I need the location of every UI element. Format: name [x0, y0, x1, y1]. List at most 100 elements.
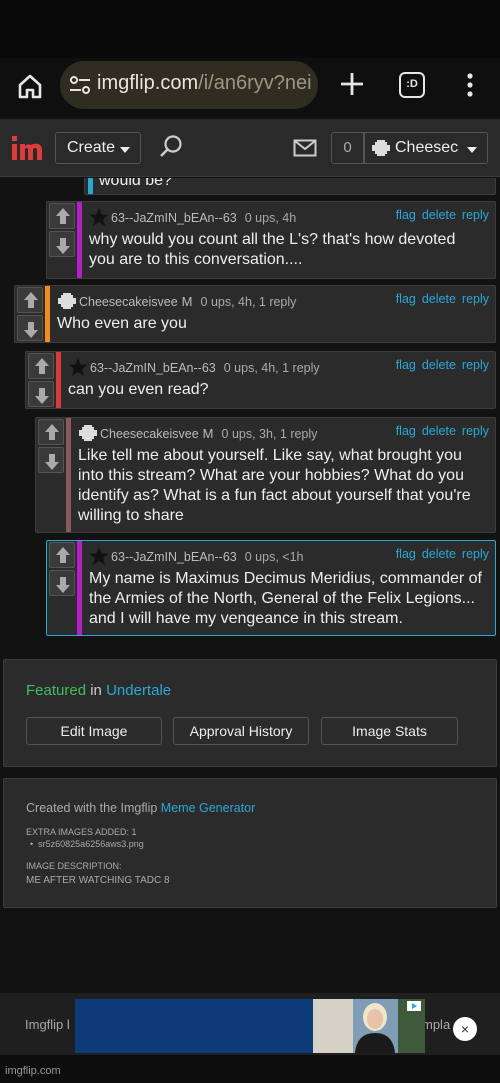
arrow-down-icon: [45, 462, 59, 470]
comment-header: Cheesecakeisvee M 0 ups, 4h, 1 reply flag d…: [57, 292, 489, 312]
comment-body: Like tell me about yourself. Like say, w…: [78, 447, 471, 524]
arrow-up-icon: [56, 547, 70, 555]
upvote-button[interactable]: [28, 353, 54, 379]
star-avatar-icon[interactable]: [68, 358, 88, 376]
image-description-label: IMAGE DESCRIPTION:: [26, 861, 122, 871]
vote-buttons: [47, 541, 77, 635]
arrow-down-icon-stem: [49, 454, 55, 462]
reply-link[interactable]: reply: [462, 424, 489, 438]
notification-count[interactable]: 0: [331, 132, 364, 164]
arrow-up-icon: [56, 208, 70, 216]
mail-icon[interactable]: [293, 139, 317, 157]
comment: 63--JaZmIN_bEAn--63 0 ups, 4h flag delete r…: [46, 201, 496, 279]
comment-meta: 0 ups, 4h, 1 reply: [223, 361, 320, 375]
url-text[interactable]: imgflip.com/i/an6ryv?nei: [97, 72, 312, 95]
reply-link[interactable]: reply: [462, 208, 489, 222]
upvote-button[interactable]: [49, 542, 75, 568]
comment-meta: 0 ups, <1h: [244, 550, 304, 564]
image-stats-button[interactable]: Image Stats: [321, 717, 458, 745]
delete-link[interactable]: delete: [422, 424, 456, 438]
comment-header: 63--JaZmIN_bEAn--63 0 ups, 4h flag delete r…: [89, 208, 489, 228]
site-header: Create 0 Cheesecakeisvee: [0, 119, 500, 177]
vote-buttons: [47, 202, 77, 278]
arrow-down-icon-stem: [60, 238, 66, 246]
edit-image-button[interactable]: Edit Image: [26, 717, 162, 745]
upvote-button[interactable]: [38, 419, 64, 445]
vote-buttons: [26, 352, 56, 408]
featured-label: Featured: [26, 682, 87, 699]
flag-link[interactable]: flag: [396, 358, 416, 372]
ad-banner[interactable]: [75, 999, 425, 1053]
comment: Cheesecakeisvee M 0 ups, 4h, 1 reply flag d…: [14, 285, 496, 343]
upvote-button[interactable]: [17, 287, 43, 313]
downvote-button[interactable]: [49, 231, 75, 257]
star-avatar-icon[interactable]: [89, 547, 109, 565]
footer-ad-bar: Imgflip l mpla ×: [0, 993, 500, 1055]
close-ad-icon[interactable]: ×: [453, 1017, 477, 1041]
footer-label-left: Imgflip l: [25, 1017, 70, 1032]
comment-stripe: [66, 418, 71, 532]
comment-username[interactable]: 63--JaZmIN_bEAn--63: [111, 211, 237, 225]
image-info-panel: Created with the Imgflip Meme Generator …: [3, 778, 497, 908]
home-icon[interactable]: [14, 70, 46, 102]
status-bar: [0, 0, 500, 58]
arrow-up-icon-stem: [60, 555, 66, 563]
comment-meta: 0 ups, 4h: [244, 211, 297, 225]
comment-meta: 0 ups, 4h, 1 reply: [200, 295, 297, 309]
user-menu-button[interactable]: Cheesecakeisvee: [364, 132, 488, 164]
downvote-button[interactable]: [38, 447, 64, 473]
reply-link[interactable]: reply: [462, 292, 489, 306]
arrow-down-icon: [35, 396, 49, 404]
downvote-button[interactable]: [17, 315, 43, 341]
site-settings-icon[interactable]: [68, 75, 92, 95]
upvote-button[interactable]: [49, 203, 75, 229]
flag-link[interactable]: flag: [396, 208, 416, 222]
delete-link[interactable]: delete: [422, 292, 456, 306]
extra-image-filename: sr5z60825a6256aws3.png: [38, 839, 144, 849]
arrow-up-icon: [24, 292, 38, 300]
arrow-up-icon: [45, 424, 59, 432]
flag-link[interactable]: flag: [396, 292, 416, 306]
delete-link[interactable]: delete: [422, 208, 456, 222]
stream-link[interactable]: Undertale: [106, 682, 171, 699]
reply-link[interactable]: reply: [462, 547, 489, 561]
address-bar[interactable]: imgflip.com/i/an6ryv?nei: [60, 61, 318, 109]
footer-label-right: mpla: [422, 1017, 451, 1032]
comment-username[interactable]: 63--JaZmIN_bEAn--63: [111, 550, 237, 564]
downvote-button[interactable]: [49, 570, 75, 596]
chevron-down-icon: [467, 147, 477, 153]
comment-body: would be?: [99, 178, 172, 189]
username-label: Cheesecakeisvee: [395, 139, 459, 156]
reply-link[interactable]: reply: [462, 358, 489, 372]
meme-generator-link[interactable]: Meme Generator: [161, 801, 255, 815]
search-icon[interactable]: [158, 134, 184, 160]
comment-stripe: [77, 202, 82, 278]
more-menu-icon[interactable]: [458, 72, 482, 98]
new-tab-icon[interactable]: [338, 70, 366, 98]
comment-username[interactable]: Cheesecakeisvee: [100, 427, 199, 441]
comment-username[interactable]: Cheesecakeisvee: [79, 295, 178, 309]
comment-header: Cheesecakeisvee M 0 ups, 3h, 1 reply flag d…: [78, 424, 489, 444]
create-label: Create: [67, 139, 116, 156]
extra-image-item: • sr5z60825a6256aws3.png: [30, 839, 144, 849]
arrow-up-icon-stem: [49, 432, 55, 440]
imgflip-logo-icon[interactable]: [10, 133, 44, 163]
arrow-down-icon-stem: [60, 577, 66, 585]
pixel-heart-avatar-icon[interactable]: [57, 292, 77, 310]
downvote-button[interactable]: [28, 381, 54, 407]
delete-link[interactable]: delete: [422, 547, 456, 561]
comments-page: would be? 63--JaZmIN_bEAn--63 0 ups, 4h f…: [0, 178, 500, 993]
comment-username[interactable]: 63--JaZmIN_bEAn--63: [90, 361, 216, 375]
pixel-heart-avatar-icon[interactable]: [78, 424, 98, 442]
url-host: imgflip.com: [97, 72, 199, 94]
comment-meta: 0 ups, 3h, 1 reply: [221, 427, 318, 441]
create-button[interactable]: Create: [55, 132, 141, 164]
star-avatar-icon[interactable]: [89, 208, 109, 226]
flag-link[interactable]: flag: [396, 547, 416, 561]
created-prefix: Created with the Imgflip: [26, 801, 158, 815]
flag-link[interactable]: flag: [396, 424, 416, 438]
comment-actions: flag delete reply: [390, 358, 489, 372]
approval-history-button[interactable]: Approval History: [173, 717, 309, 745]
delete-link[interactable]: delete: [422, 358, 456, 372]
tab-switcher-button[interactable]: :D: [399, 72, 425, 98]
